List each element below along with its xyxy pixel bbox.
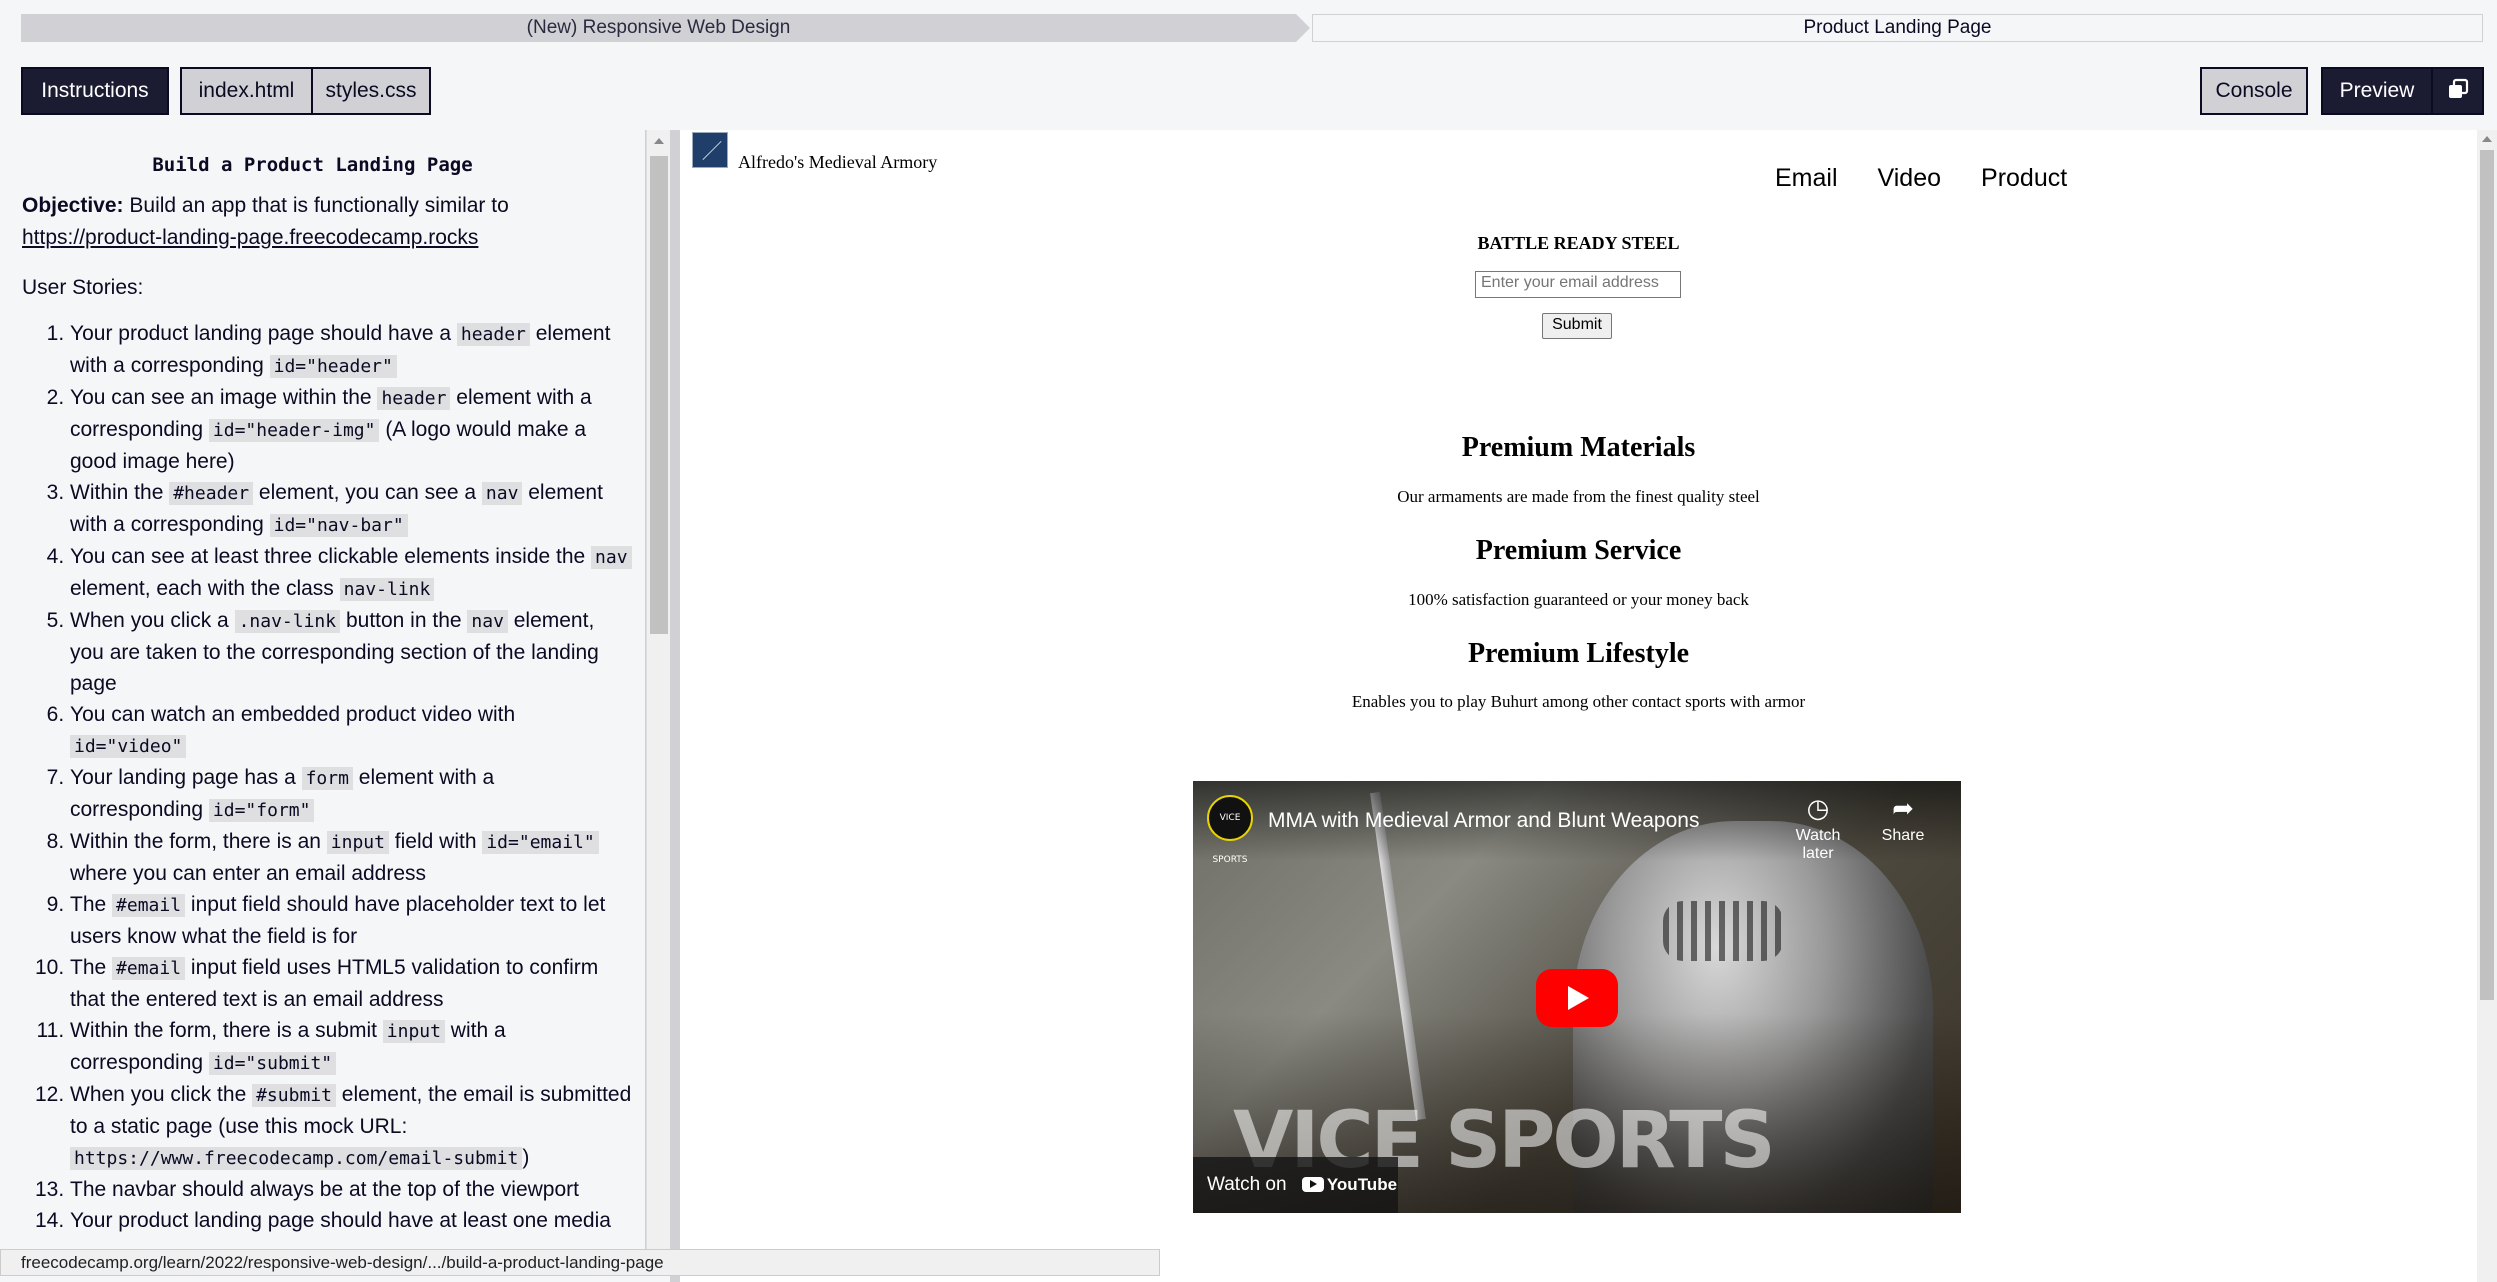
feature-title: Premium Lifestyle <box>1467 638 1690 669</box>
user-story-item: You can see at least three clickable ele… <box>70 541 633 605</box>
watch-on-label: Watch on <box>1207 1174 1287 1195</box>
watch-later-button[interactable]: ◷ Watch later <box>1778 795 1858 863</box>
pane-resizer[interactable] <box>670 130 680 1282</box>
channel-avatar[interactable]: VICE SPORTS <box>1207 795 1253 865</box>
user-story-item: Your product landing page should have a … <box>70 318 633 382</box>
header-logo <box>692 132 728 168</box>
user-story-item: The #email input field should have place… <box>70 889 633 952</box>
user-story-item: The navbar should always be at the top o… <box>70 1174 633 1205</box>
inline-code: form <box>301 767 353 790</box>
inline-code: nav-link <box>339 578 435 601</box>
share-label: Share <box>1881 827 1925 844</box>
play-icon[interactable] <box>1536 969 1618 1027</box>
inline-code: id="header-img" <box>208 419 380 442</box>
index-html-tab[interactable]: index.html <box>180 67 313 115</box>
watch-later-label: Watch later <box>1795 827 1841 862</box>
inline-code: nav <box>467 610 508 633</box>
popout-button[interactable] <box>2431 67 2484 115</box>
inline-code: header <box>377 387 451 410</box>
helmet-detail <box>1663 901 1783 961</box>
user-story-item: Within the form, there is a submit input… <box>70 1015 633 1079</box>
feature-text: 100% satisfaction guaranteed or your mon… <box>1408 590 1749 609</box>
inline-code: header <box>456 323 530 346</box>
scrollbar-thumb[interactable] <box>2480 150 2494 1000</box>
inline-code: #header <box>169 482 254 505</box>
submit-button[interactable]: Submit <box>1542 313 1612 339</box>
inline-code: #email <box>112 957 186 980</box>
user-story-item: Within the form, there is an input field… <box>70 826 633 889</box>
instructions-panel: Build a Product Landing Page Objective: … <box>10 130 646 1250</box>
objective-link[interactable]: https://product-landing-page.freecodecam… <box>22 226 478 249</box>
styles-css-tab[interactable]: styles.css <box>311 67 431 115</box>
user-stories-list: Your product landing page should have a … <box>22 318 633 1236</box>
user-story-item: The #email input field uses HTML5 valida… <box>70 952 633 1015</box>
inline-code: nav <box>591 546 632 569</box>
nav-link-video[interactable]: Video <box>1878 164 1942 193</box>
breadcrumb: (New) Responsive Web Design Product Land… <box>21 14 2483 42</box>
breadcrumb-project: Product Landing Page <box>1312 14 2483 42</box>
preview-button[interactable]: Preview <box>2321 67 2433 115</box>
user-story-item: Within the #header element, you can see … <box>70 477 633 541</box>
email-input[interactable]: Enter your email address <box>1475 271 1681 298</box>
breadcrumb-course[interactable]: (New) Responsive Web Design <box>21 14 1310 42</box>
feature-text: Enables you to play Buhurt among other c… <box>1351 692 1806 711</box>
user-story-item: You can watch an embedded product video … <box>70 699 633 762</box>
user-story-item: When you click a .nav-link button in the… <box>70 605 633 699</box>
watch-on-youtube[interactable]: Watch on YouTube <box>1193 1157 1398 1213</box>
objective: Objective: Build an app that is function… <box>22 190 633 254</box>
inline-code: id="email" <box>482 831 599 854</box>
inline-code: id="nav-bar" <box>269 514 408 537</box>
inline-code: #submit <box>252 1084 336 1107</box>
user-story-item: When you click the #submit element, the … <box>70 1079 633 1174</box>
objective-text: Build an app that is functionally simila… <box>129 194 509 217</box>
scroll-up-arrow-icon[interactable] <box>2482 136 2492 142</box>
instructions-scrollbar[interactable] <box>646 130 670 1250</box>
inline-code: input <box>326 831 389 854</box>
user-story-item: Your product landing page should have at… <box>70 1205 633 1236</box>
objective-label: Objective: <box>22 194 124 217</box>
brand-name: Alfredo's Medieval Armory <box>738 152 938 172</box>
nav-link-product[interactable]: Product <box>1981 164 2067 193</box>
instructions-title: Build a Product Landing Page <box>152 154 473 176</box>
user-story-item: You can see an image within the header e… <box>70 382 633 477</box>
inline-code: input <box>382 1020 445 1043</box>
video-embed[interactable]: VICE SPORTS VICE SPORTS MMA with Medieva… <box>1193 781 1961 1213</box>
feature-title: Premium Service <box>1475 535 1682 566</box>
scroll-up-arrow-icon[interactable] <box>654 138 664 144</box>
preview-scrollbar[interactable] <box>2477 130 2497 1282</box>
nav-link-email[interactable]: Email <box>1775 164 1838 193</box>
inline-code: .nav-link <box>234 610 341 633</box>
instructions-tab[interactable]: Instructions <box>21 67 169 115</box>
share-icon: ➦ <box>1892 793 1914 823</box>
youtube-logo-icon: YouTube <box>1301 1157 1397 1213</box>
feature-text: Our armaments are made from the finest q… <box>1397 487 1760 506</box>
inline-code: id="submit" <box>208 1052 337 1075</box>
status-url: freecodecamp.org/learn/2022/responsive-w… <box>0 1249 1160 1276</box>
inline-code: id="video" <box>70 735 187 758</box>
inline-code: id="form" <box>208 799 315 822</box>
user-story-item: Your landing page has a form element wit… <box>70 762 633 826</box>
console-button[interactable]: Console <box>2200 67 2308 115</box>
inline-code: nav <box>481 482 523 505</box>
inline-code: id="header" <box>269 355 397 378</box>
clock-icon: ◷ <box>1806 793 1830 823</box>
share-button[interactable]: ➦ Share <box>1863 795 1943 845</box>
preview-frame: Alfredo's Medieval Armory Email Video Pr… <box>680 130 2477 1282</box>
nav-bar: Email Video Product <box>1775 164 2067 193</box>
user-stories-heading: User Stories: <box>22 276 144 299</box>
scrollbar-thumb[interactable] <box>650 156 668 634</box>
feature-title: Premium Materials <box>1461 432 1696 463</box>
inline-code: #email <box>112 894 186 917</box>
popout-icon <box>2448 78 2468 98</box>
inline-code: https://www.freecodecamp.com/email-submi… <box>70 1147 523 1170</box>
hero-title: BATTLE READY STEEL <box>1477 233 1680 253</box>
video-title[interactable]: MMA with Medieval Armor and Blunt Weapon… <box>1268 809 1699 833</box>
